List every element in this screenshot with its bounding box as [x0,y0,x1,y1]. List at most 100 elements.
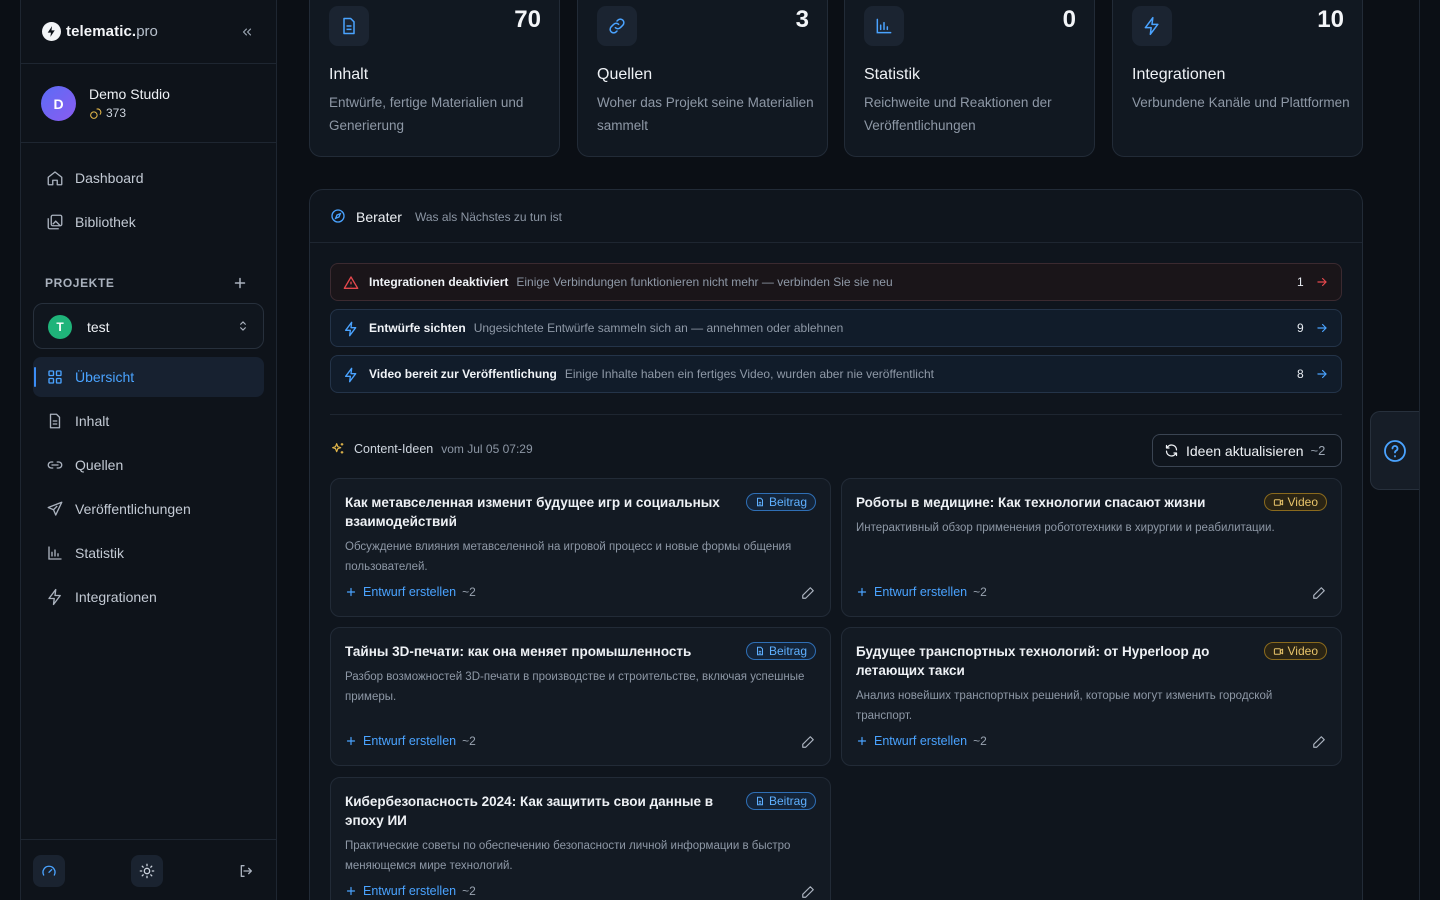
idea-title: Будущее транспортных технологий: от Hype… [856,644,1210,678]
alert-integrations-disabled[interactable]: Integrationen deaktiviert Einige Verbindu… [330,263,1342,301]
bolt-icon [48,588,61,606]
alert-count: 9 [1297,321,1304,335]
idea-card[interactable]: Как метавселенная изменит будущее игр и … [330,478,831,617]
create-draft-label: Entwurf erstellen [874,734,968,748]
nav-content-label: Inhalt [75,413,110,429]
create-draft-button[interactable]: Entwurf erstellen ~2 [345,585,476,599]
create-draft-cost: ~2 [973,585,987,599]
account-panel[interactable]: D Demo Studio 373 [21,64,276,143]
nav-publications-label: Veröffentlichungen [75,501,191,517]
nav-overview[interactable]: Übersicht [33,357,264,397]
refresh-ideas-button[interactable]: Ideen aktualisieren ~2 [1152,434,1342,467]
alert-message: Ungesichtete Entwürfe sammeln sich an — … [473,321,844,335]
stat-value: 3 [795,6,809,33]
nav-integrations[interactable]: Integrationen [33,577,264,617]
chevrons-left-icon [242,28,252,36]
create-draft-button[interactable]: Entwurf erstellen ~2 [345,884,476,898]
idea-card[interactable]: Будущее транспортных технологий: от Hype… [841,627,1342,766]
project-select[interactable]: T test [33,303,264,349]
create-draft-label: Entwurf erstellen [363,585,457,599]
add-project-icon[interactable] [231,274,249,292]
stat-card-content[interactable]: 70 Inhalt Entwürfe, fertige Materialien … [309,0,560,157]
idea-card[interactable]: Кибербезопасность 2024: Как защитить сво… [330,777,831,900]
type-badge: Video [1263,493,1327,511]
brand-row: telematic. pro [21,0,276,64]
brand-name: telematic. [66,23,137,40]
logout-button[interactable] [230,855,262,887]
stat-card-sources[interactable]: 3 Quellen Woher das Projekt seine Materi… [577,0,828,157]
pencil-icon[interactable] [1312,586,1326,600]
pencil-icon[interactable] [801,735,815,749]
theme-toggle-button[interactable] [131,855,163,887]
alert-text: Video bereit zur Veröffentlichung Einige … [369,367,934,381]
idea-card[interactable]: Роботы в медицине: Как технологии спасаю… [841,478,1342,617]
nav-content[interactable]: Inhalt [33,401,264,441]
stat-icon-wrap [597,6,637,46]
stat-description: Woher das Projekt seine Materialien samm… [597,95,814,133]
pencil-icon[interactable] [801,885,815,899]
content-ideas-header: Content-Ideen vom Jul 05 07:29 [330,441,533,457]
project-name: test [87,319,110,335]
collapse-sidebar-button[interactable] [237,22,257,42]
idea-title: Кибербезопасность 2024: Как защитить сво… [345,794,714,828]
video-icon [1273,498,1283,506]
credits-value: 373 [106,106,127,120]
content-ideas-title: Content-Ideen [354,442,434,456]
create-draft-label: Entwurf erstellen [874,585,968,599]
stat-description: Entwürfe, fertige Materialien und Generi… [329,95,524,133]
plus-icon [857,587,867,597]
create-draft-label: Entwurf erstellen [363,734,457,748]
create-draft-button[interactable]: Entwurf erstellen ~2 [856,734,987,748]
alert-video-ready[interactable]: Video bereit zur Veröffentlichung Einige … [330,355,1342,393]
usage-button[interactable] [33,855,65,887]
sidebar-footer [21,839,276,900]
stat-value: 10 [1317,6,1344,33]
gallery-icon [47,214,63,230]
nav-sources-label: Quellen [75,457,124,473]
help-circle-icon [1384,439,1406,462]
arrow-right-icon [1317,369,1327,379]
stat-card-integrations[interactable]: 10 Integrationen Verbundene Kanäle und P… [1112,0,1363,157]
stat-description: Verbundene Kanäle und Plattformen [1132,95,1350,110]
idea-card[interactable]: Тайны 3D-печати: как она меняет промышле… [330,627,831,766]
refresh-ideas-cost: ~2 [1310,443,1326,458]
brand-logo-link[interactable]: telematic. pro [42,22,158,41]
create-draft-button[interactable]: Entwurf erstellen ~2 [345,734,476,748]
compass-icon [331,209,345,223]
type-badge-label: Beitrag [768,794,807,808]
nav-library[interactable]: Bibliothek [33,202,264,242]
nav-publications[interactable]: Veröffentlichungen [33,489,264,529]
nav-sources[interactable]: Quellen [33,445,264,485]
stat-value: 70 [514,6,541,33]
content-ideas-date: vom Jul 05 07:29 [441,442,533,456]
pencil-icon[interactable] [801,586,815,600]
create-draft-cost: ~2 [462,734,476,748]
stat-card-statistics[interactable]: 0 Statistik Reichweite und Reaktionen de… [844,0,1095,157]
brand-logo-icon [42,22,61,41]
create-draft-button[interactable]: Entwurf erstellen ~2 [856,585,987,599]
pencil-icon[interactable] [1312,735,1326,749]
nav-statistics[interactable]: Statistik [33,533,264,573]
bar-chart-icon [48,546,62,560]
alert-review-drafts[interactable]: Entwürfe sichten Ungesichtete Entwürfe sa… [330,309,1342,347]
sun-icon [139,863,155,879]
refresh-icon [1165,444,1178,457]
plus-icon [346,736,356,746]
link-icon [47,461,63,469]
account-name: Demo Studio [89,86,170,102]
idea-title: Роботы в медицине: Как технологии спасаю… [856,495,1206,510]
send-icon [47,501,63,516]
logout-icon [240,865,252,877]
idea-title: Как метавселенная изменит будущее игр и … [345,495,720,529]
bolt-icon [345,321,357,337]
brand-tld: pro [136,23,158,40]
alert-text: Integrationen deaktiviert Einige Verbindu… [369,275,893,289]
alert-count: 8 [1297,367,1304,381]
alert-title: Video bereit zur Veröffentlichung [369,367,557,381]
stat-title: Quellen [597,66,653,83]
help-button[interactable] [1370,411,1419,490]
alert-message: Einige Verbindungen funktionieren nicht … [516,275,893,289]
idea-title: Тайны 3D-печати: как она меняет промышле… [345,644,692,659]
home-icon [47,171,63,186]
nav-dashboard[interactable]: Dashboard [33,158,264,198]
